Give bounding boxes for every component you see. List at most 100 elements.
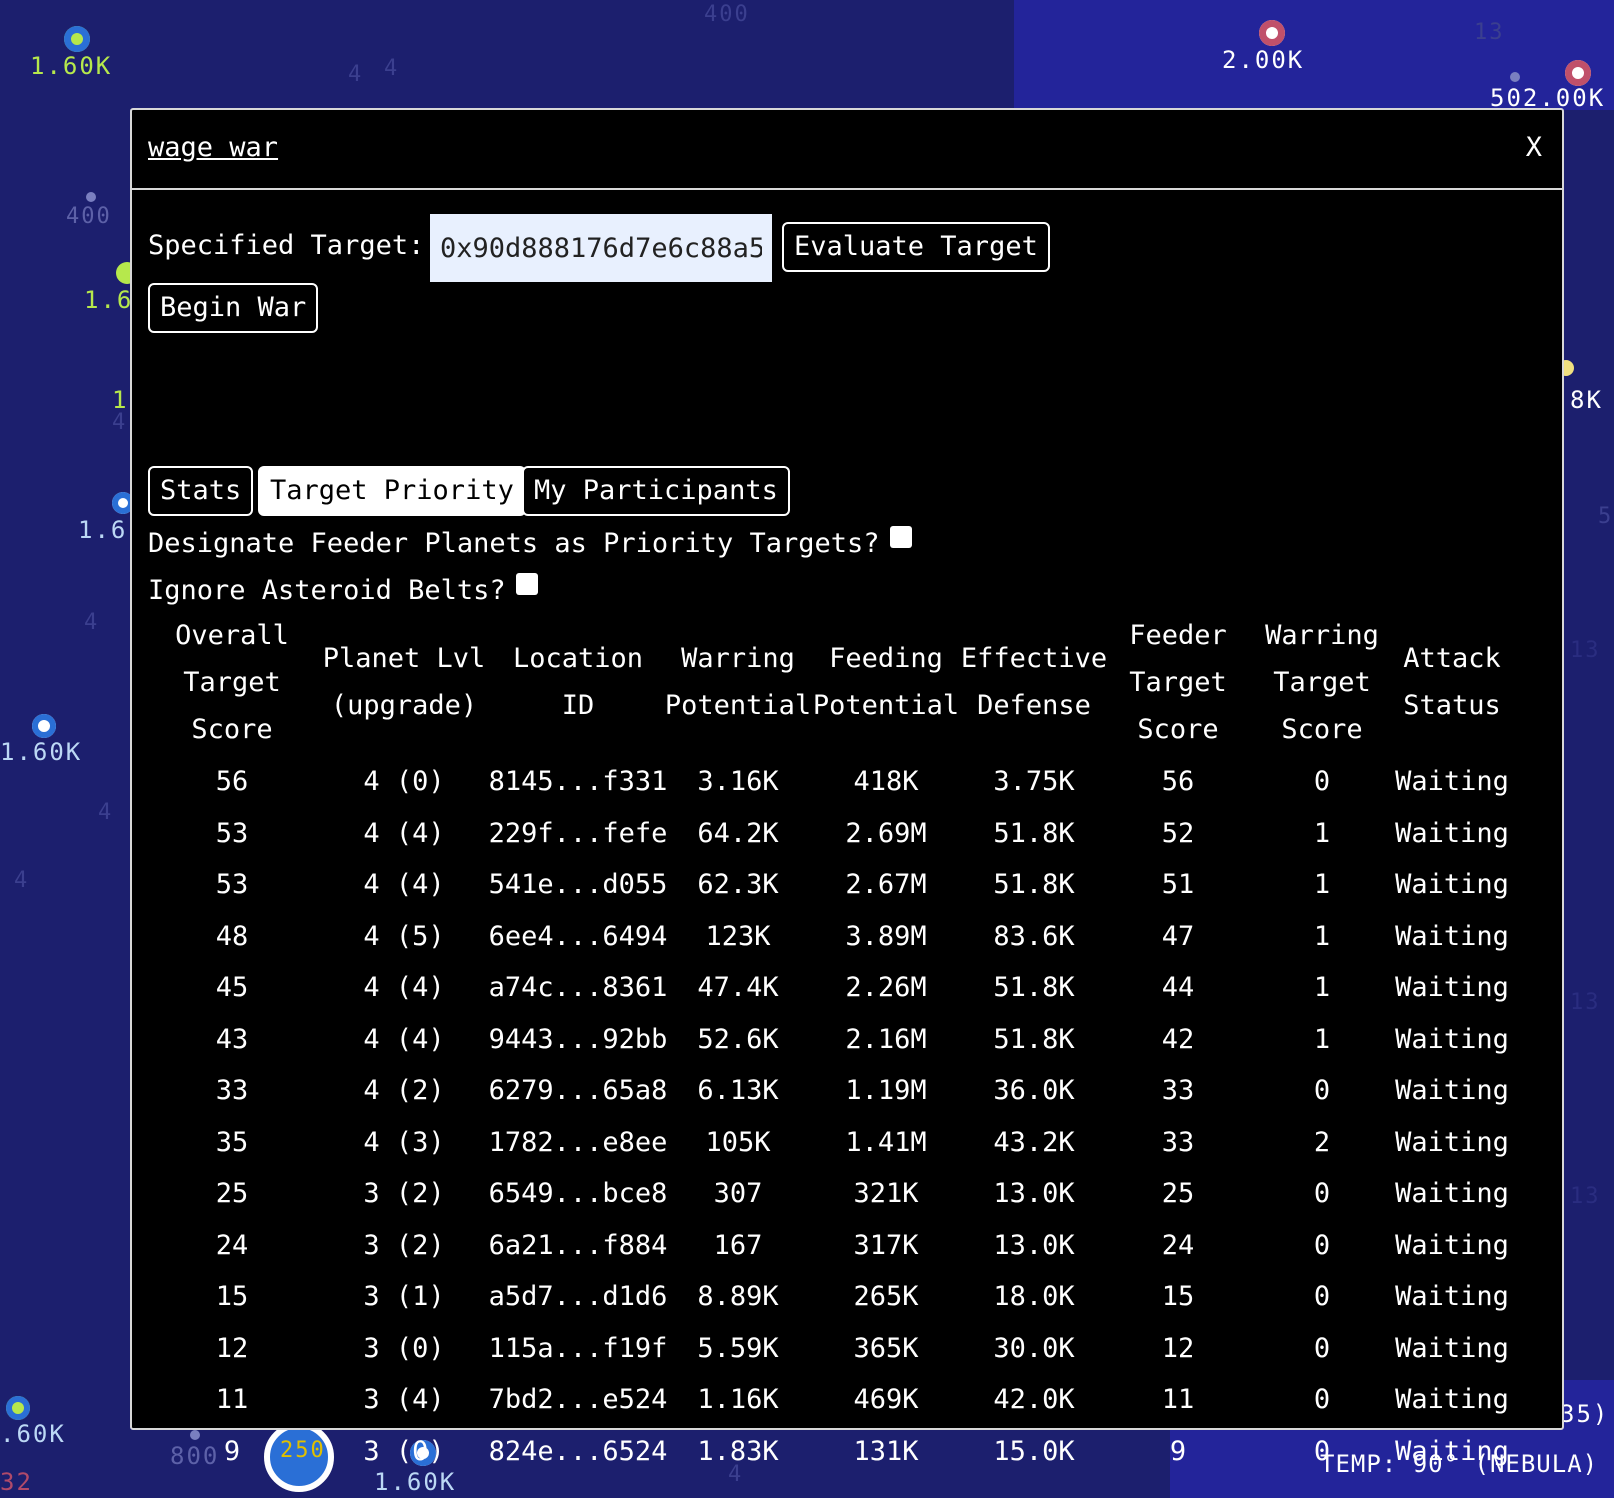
planet-level-label: 4 bbox=[384, 56, 400, 81]
planet-icon[interactable] bbox=[64, 26, 90, 52]
table-row[interactable]: 45 4 (4) a74c...8361 47.4K 2.26M 51.8K 44 1 Wait… bbox=[148, 962, 1548, 1014]
table-cell: 51.8K bbox=[993, 972, 1075, 1003]
table-cell: 42.0K bbox=[993, 1384, 1075, 1415]
wage-war-modal: wage war X Specified Target: Evaluate Ta… bbox=[130, 108, 1564, 1467]
table-cell: 18.0K bbox=[993, 1281, 1075, 1312]
table-cell: 25 bbox=[215, 1178, 249, 1209]
table-cell: 13.0K bbox=[993, 1229, 1075, 1261]
feeder-priority-option: Designate Feeder Planets as Priority Tar… bbox=[148, 526, 912, 559]
column-header: Warring Potential bbox=[664, 643, 812, 721]
planet-icon[interactable] bbox=[32, 714, 56, 738]
table-cell: 265K bbox=[853, 1281, 919, 1312]
table-row[interactable]: 56 4 (0) 8145...f331 3.16K 418K 3.75K 56 0 Waiti… bbox=[148, 756, 1548, 808]
close-button[interactable]: X bbox=[1526, 132, 1542, 163]
tab-target-priority[interactable]: Target Priority bbox=[258, 466, 526, 516]
planet-level-label: 4 bbox=[84, 610, 100, 635]
table-row[interactable]: 43 4 (4) 9443...92bb 52.6K 2.16M 51.8K 42 1 Wait… bbox=[148, 1014, 1548, 1066]
table-cell: 52.6K bbox=[697, 1023, 779, 1055]
planet-icon[interactable] bbox=[1565, 60, 1591, 86]
planet-level-label: 13 bbox=[1474, 20, 1505, 45]
column-header: Feeding Potential bbox=[812, 643, 960, 721]
planet-icon bbox=[1510, 72, 1520, 82]
table-row[interactable]: 48 4 (5) 6ee4...6494 123K 3.89M 83.6K 47 1 Waiti… bbox=[148, 911, 1548, 963]
table-cell: Waiting bbox=[1395, 817, 1509, 849]
table-cell: 317K bbox=[853, 1229, 919, 1261]
table-cell: 3 (2) bbox=[363, 1178, 445, 1209]
modal-title[interactable]: wage war bbox=[148, 132, 278, 163]
table-cell: 4 (0) bbox=[363, 766, 445, 797]
table-row[interactable]: 33 4 (2) 6279...65a8 6.13K 1.19M 36.0K 33 0 Wait… bbox=[148, 1065, 1548, 1117]
table-cell: 8145...f331 bbox=[488, 766, 668, 797]
table-cell: 2.69M bbox=[845, 817, 927, 849]
table-cell: 7bd2...e524 bbox=[488, 1384, 668, 1415]
table-cell: 11 bbox=[215, 1384, 249, 1415]
table-cell: 418K bbox=[853, 766, 919, 797]
table-cell: 15 bbox=[215, 1281, 249, 1312]
table-cell: 1.16K bbox=[697, 1384, 779, 1415]
table-cell: 12 bbox=[1161, 1332, 1195, 1364]
begin-war-button[interactable]: Begin War bbox=[148, 283, 319, 333]
planet-energy-label: 8K bbox=[1570, 386, 1603, 414]
ignore-asteroid-option: Ignore Asteroid Belts? bbox=[148, 573, 538, 606]
table-cell: 5.59K bbox=[697, 1332, 779, 1364]
table-cell: 43 bbox=[215, 1023, 249, 1055]
table-cell: 45 bbox=[215, 972, 249, 1003]
table-cell: Waiting bbox=[1395, 920, 1509, 952]
table-row[interactable]: 93 (0) 824e...6524 1.83K 131K 15.0K 9 0 Waiting bbox=[148, 1426, 1548, 1478]
table-row[interactable]: 15 3 (1) a5d7...d1d6 8.89K 265K 18.0K 15 0 Waiti… bbox=[148, 1271, 1548, 1323]
table-cell: 4 (2) bbox=[363, 1075, 445, 1106]
table-row[interactable]: 25 3 (2) 6549...bce8 307 321K 13.0K 25 0 Waiting bbox=[148, 1168, 1548, 1220]
table-cell: 307 bbox=[713, 1178, 763, 1209]
table-cell: 12 bbox=[215, 1332, 249, 1364]
table-cell: 53 bbox=[215, 869, 249, 900]
planet-icon bbox=[86, 192, 96, 202]
table-row[interactable]: 12 3 (0) 115a...f19f 5.59K 365K 30.0K 12 0 Waiti… bbox=[148, 1323, 1548, 1375]
ignore-asteroid-label: Ignore Asteroid Belts? bbox=[148, 575, 506, 606]
planet-icon[interactable] bbox=[6, 1396, 30, 1420]
table-row[interactable]: 24 3 (2) 6a21...f884 167 317K 13.0K 24 0 Waiting bbox=[148, 1220, 1548, 1272]
table-cell: 3 (0) bbox=[363, 1332, 445, 1364]
table-row[interactable]: 53 4 (4) 541e...d055 62.3K 2.67M 51.8K 51 1 Wait… bbox=[148, 859, 1548, 911]
column-header: Location ID bbox=[512, 643, 644, 721]
table-cell: Waiting bbox=[1395, 1435, 1509, 1467]
table-cell: 229f...fefe bbox=[488, 817, 668, 849]
planet-level-label: 400 bbox=[66, 204, 112, 229]
table-cell: 56 bbox=[1161, 766, 1195, 797]
table-cell: 13.0K bbox=[993, 1178, 1075, 1209]
feeder-priority-checkbox[interactable] bbox=[889, 526, 912, 548]
table-cell: 115a...f19f bbox=[488, 1332, 668, 1364]
evaluate-target-button[interactable]: Evaluate Target bbox=[782, 222, 1050, 272]
table-cell: Waiting bbox=[1395, 1075, 1509, 1106]
table-cell: Waiting bbox=[1395, 1384, 1509, 1415]
planet-level-label: 13 bbox=[1570, 638, 1601, 663]
table-cell: 33 bbox=[1161, 1075, 1195, 1106]
table-cell: 11 bbox=[1161, 1384, 1195, 1415]
table-row[interactable]: 35 4 (3) 1782...e8ee 105K 1.41M 43.2K 33 2 Waiti… bbox=[148, 1117, 1548, 1169]
column-header: Warring Target Score bbox=[1265, 619, 1379, 745]
planet-icon[interactable] bbox=[1259, 20, 1285, 46]
table-cell: Waiting bbox=[1395, 1332, 1509, 1364]
table-cell: 51.8K bbox=[993, 817, 1075, 849]
table-cell: Waiting bbox=[1395, 766, 1509, 797]
table-cell: 105K bbox=[705, 1126, 771, 1158]
tab-stats[interactable]: Stats bbox=[148, 466, 254, 516]
column-header: Planet Lvl (upgrade) bbox=[322, 643, 486, 721]
table-cell: 51 bbox=[1161, 869, 1195, 900]
table-row[interactable]: 11 3 (4) 7bd2...e524 1.16K 469K 42.0K 11 0 Waiti… bbox=[148, 1374, 1548, 1426]
planet-level-label: 400 bbox=[704, 2, 750, 27]
column-header: Overall Target Score bbox=[175, 619, 289, 745]
ignore-asteroid-checkbox[interactable] bbox=[515, 573, 538, 595]
table-cell: 1.41M bbox=[845, 1126, 927, 1158]
table-cell: 824e...6524 bbox=[488, 1435, 668, 1467]
table-cell: 4 (3) bbox=[363, 1126, 445, 1158]
planet-energy-label: .60K bbox=[0, 1420, 66, 1448]
target-address-input[interactable] bbox=[430, 214, 772, 282]
tab-my-participants[interactable]: My Participants bbox=[522, 466, 790, 516]
table-row[interactable]: 53 4 (4) 229f...fefe 64.2K 2.69M 51.8K 52 1 Wait… bbox=[148, 808, 1548, 860]
modal-body: Specified Target: Evaluate Target Begin … bbox=[148, 190, 1548, 1467]
table-cell: 51.8K bbox=[993, 1023, 1075, 1055]
table-cell: 541e...d055 bbox=[488, 869, 668, 900]
table-cell: 53 bbox=[215, 817, 249, 849]
table-cell: 3 (4) bbox=[363, 1384, 445, 1415]
table-cell: Waiting bbox=[1395, 1281, 1509, 1312]
